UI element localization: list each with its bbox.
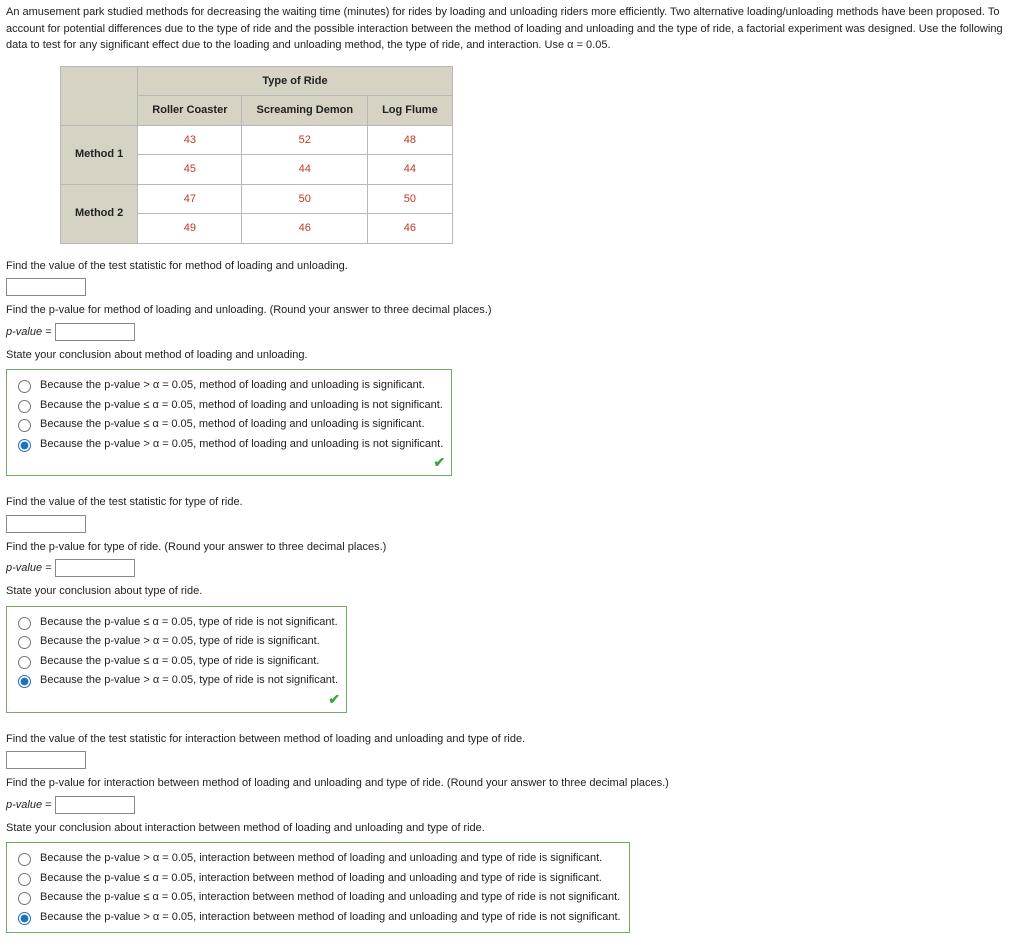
s2-choice-1[interactable]: Because the p-value > α = 0.05, type of …	[13, 633, 338, 650]
row-header-method1: Method 1	[61, 125, 138, 184]
choice-label: Because the p-value ≤ α = 0.05, method o…	[40, 416, 425, 433]
s1-choice-3[interactable]: Because the p-value > α = 0.05, method o…	[13, 436, 443, 453]
cell: 45	[138, 155, 242, 185]
s3-choice-0[interactable]: Because the p-value > α = 0.05, interact…	[13, 850, 621, 867]
s2-radio-0[interactable]	[18, 617, 31, 630]
cell: 44	[242, 155, 368, 185]
choice-label: Because the p-value > α = 0.05, interact…	[40, 850, 602, 867]
problem-intro: An amusement park studied methods for de…	[6, 4, 1018, 54]
table-corner	[61, 66, 138, 125]
cell: 48	[368, 125, 453, 155]
s3-radio-1[interactable]	[18, 873, 31, 886]
s2-pval-label: p-value =	[6, 562, 52, 574]
s3-pval-input[interactable]	[55, 796, 135, 814]
s3-conclusion-prompt: State your conclusion about interaction …	[6, 820, 1018, 837]
s1-radio-0[interactable]	[18, 380, 31, 393]
choice-label: Because the p-value ≤ α = 0.05, interact…	[40, 889, 620, 906]
cell: 43	[138, 125, 242, 155]
s2-radio-1[interactable]	[18, 636, 31, 649]
s1-stat-prompt: Find the value of the test statistic for…	[6, 258, 1018, 275]
table-top-header: Type of Ride	[138, 66, 452, 96]
s3-pval-prompt: Find the p-value for interaction between…	[6, 775, 1018, 792]
choice-label: Because the p-value ≤ α = 0.05, interact…	[40, 870, 602, 887]
s1-radio-3[interactable]	[18, 439, 31, 452]
check-icon: ✔	[434, 452, 446, 473]
s2-conclusion-prompt: State your conclusion about type of ride…	[6, 583, 1018, 600]
s1-radio-1[interactable]	[18, 400, 31, 413]
col-header: Log Flume	[368, 96, 453, 126]
choice-label: Because the p-value ≤ α = 0.05, type of …	[40, 653, 319, 670]
s3-choice-box: Because the p-value > α = 0.05, interact…	[6, 842, 630, 933]
choice-label: Because the p-value > α = 0.05, type of …	[40, 633, 320, 650]
cell: 52	[242, 125, 368, 155]
s2-stat-prompt: Find the value of the test statistic for…	[6, 494, 1018, 511]
cell: 49	[138, 214, 242, 244]
s1-choice-0[interactable]: Because the p-value > α = 0.05, method o…	[13, 377, 443, 394]
s2-choice-0[interactable]: Because the p-value ≤ α = 0.05, type of …	[13, 614, 338, 631]
s3-radio-0[interactable]	[18, 853, 31, 866]
s1-stat-input[interactable]	[6, 278, 86, 296]
s1-choice-box: Because the p-value > α = 0.05, method o…	[6, 369, 452, 476]
cell: 50	[368, 184, 453, 214]
s3-choice-3[interactable]: Because the p-value > α = 0.05, interact…	[13, 909, 621, 926]
s2-choice-3[interactable]: Because the p-value > α = 0.05, type of …	[13, 672, 338, 689]
choice-label: Because the p-value ≤ α = 0.05, type of …	[40, 614, 338, 631]
choice-label: Because the p-value > α = 0.05, method o…	[40, 377, 425, 394]
s1-radio-2[interactable]	[18, 419, 31, 432]
s2-stat-input[interactable]	[6, 515, 86, 533]
choice-label: Because the p-value > α = 0.05, type of …	[40, 672, 338, 689]
data-table: Type of Ride Roller Coaster Screaming De…	[60, 66, 453, 244]
s1-choice-1[interactable]: Because the p-value ≤ α = 0.05, method o…	[13, 397, 443, 414]
s3-choice-2[interactable]: Because the p-value ≤ α = 0.05, interact…	[13, 889, 621, 906]
s3-pval-label: p-value =	[6, 798, 52, 810]
s2-pval-input[interactable]	[55, 559, 135, 577]
s1-pval-input[interactable]	[55, 323, 135, 341]
s2-choice-2[interactable]: Because the p-value ≤ α = 0.05, type of …	[13, 653, 338, 670]
s2-radio-3[interactable]	[18, 675, 31, 688]
choice-label: Because the p-value > α = 0.05, interact…	[40, 909, 621, 926]
choice-label: Because the p-value ≤ α = 0.05, method o…	[40, 397, 443, 414]
s1-conclusion-prompt: State your conclusion about method of lo…	[6, 347, 1018, 364]
s1-pval-prompt: Find the p-value for method of loading a…	[6, 302, 1018, 319]
cell: 50	[242, 184, 368, 214]
cell: 46	[242, 214, 368, 244]
s3-choice-1[interactable]: Because the p-value ≤ α = 0.05, interact…	[13, 870, 621, 887]
s1-choice-2[interactable]: Because the p-value ≤ α = 0.05, method o…	[13, 416, 443, 433]
cell: 44	[368, 155, 453, 185]
s2-radio-2[interactable]	[18, 656, 31, 669]
s2-pval-prompt: Find the p-value for type of ride. (Roun…	[6, 539, 1018, 556]
col-header: Roller Coaster	[138, 96, 242, 126]
s2-choice-box: Because the p-value ≤ α = 0.05, type of …	[6, 606, 347, 713]
s1-pval-label: p-value =	[6, 325, 52, 337]
cell: 47	[138, 184, 242, 214]
s3-stat-prompt: Find the value of the test statistic for…	[6, 731, 1018, 748]
s3-radio-2[interactable]	[18, 892, 31, 905]
check-icon: ✔	[328, 689, 340, 710]
s3-stat-input[interactable]	[6, 751, 86, 769]
row-header-method2: Method 2	[61, 184, 138, 243]
choice-label: Because the p-value > α = 0.05, method o…	[40, 436, 443, 453]
s3-radio-3[interactable]	[18, 912, 31, 925]
cell: 46	[368, 214, 453, 244]
col-header: Screaming Demon	[242, 96, 368, 126]
